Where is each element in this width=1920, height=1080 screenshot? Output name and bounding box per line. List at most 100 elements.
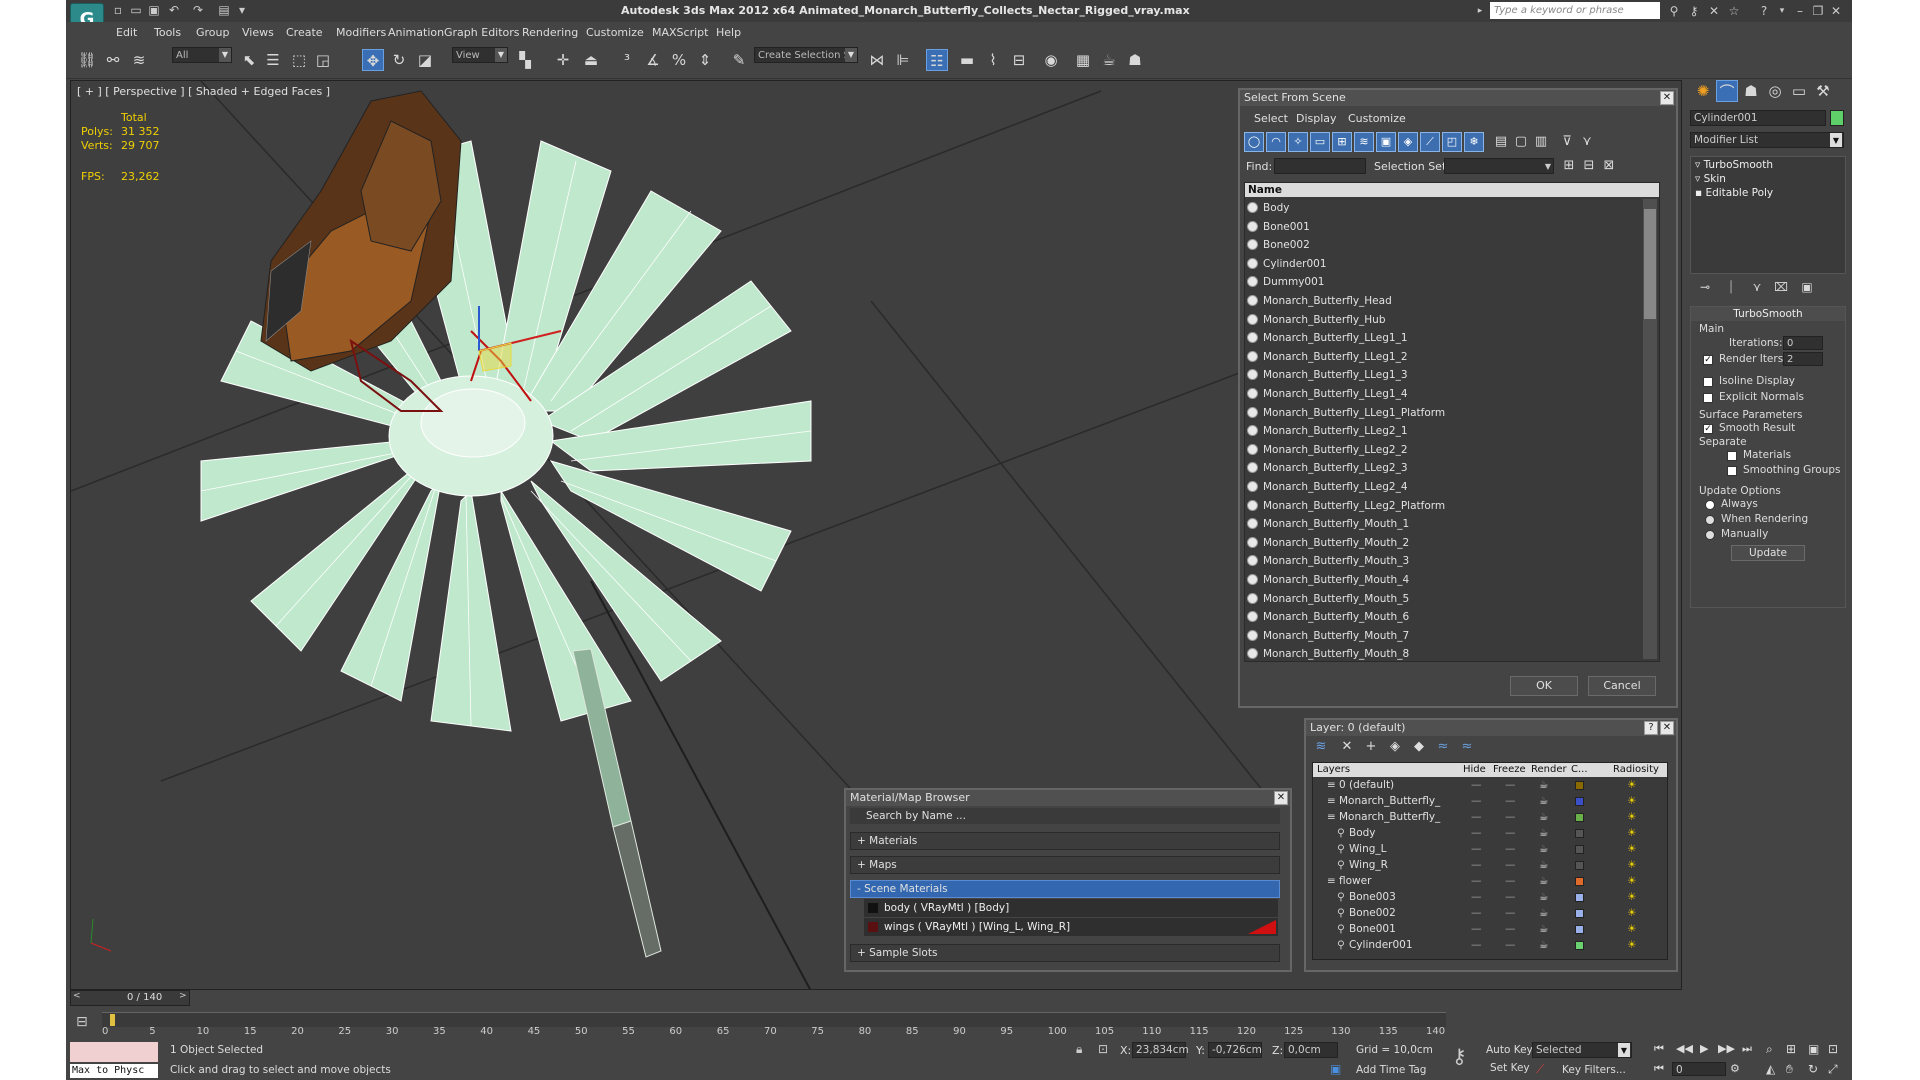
menu-tools[interactable]: Tools	[154, 26, 181, 39]
hide-toggle[interactable]: —	[1471, 825, 1482, 841]
schematic-view-icon[interactable]: ⊟	[1008, 49, 1030, 71]
material-item-wings[interactable]: wings ( VRayMtl ) [Wing_L, Wing_R]	[864, 918, 1278, 936]
render-teapot-icon[interactable]: ☕	[1539, 857, 1548, 873]
freeze-toggle[interactable]: —	[1505, 825, 1516, 841]
col-hide[interactable]: Hide	[1463, 763, 1486, 777]
layer-color-swatch[interactable]	[1575, 909, 1584, 918]
render-teapot-icon[interactable]: ☕	[1539, 793, 1548, 809]
hide-toggle[interactable]: —	[1471, 905, 1482, 921]
layer-row[interactable]: ⚲ Wing_L — — ☕ ☀	[1313, 841, 1659, 857]
auto-key-button[interactable]: Auto Key	[1486, 1044, 1533, 1056]
name-column-header[interactable]: Name	[1245, 183, 1659, 197]
graphite-ribbon-icon[interactable]: ▬	[956, 49, 978, 71]
menu-graph-editors[interactable]: Graph Editors	[444, 26, 520, 39]
hide-toggle[interactable]: —	[1471, 857, 1482, 873]
scene-object-row[interactable]: Monarch_Butterfly_LLeg2_2	[1245, 441, 1643, 459]
render-production-icon[interactable]: ☗	[1124, 49, 1146, 71]
explicit-normals-checkbox[interactable]	[1703, 393, 1713, 403]
menu-group[interactable]: Group	[196, 26, 230, 39]
scene-object-row[interactable]: Cylinder001	[1245, 255, 1643, 273]
section-sample-slots[interactable]: + Sample Slots	[850, 944, 1280, 962]
restore-icon[interactable]: ❐	[1810, 3, 1826, 19]
menu-customize[interactable]: Customize	[586, 26, 644, 39]
freeze-toggle[interactable]: —	[1505, 937, 1516, 953]
time-slider-next-icon[interactable]: >	[179, 991, 187, 1001]
rendered-frame-icon[interactable]: ☕	[1098, 49, 1120, 71]
track-bar[interactable]: 0 5 10 15 20 25 30 35 40 45 50 55 60 65 70 75 80 85 90 95 10…	[102, 1012, 1446, 1040]
hide-toggle[interactable]: —	[1471, 937, 1482, 953]
scene-object-row[interactable]: Bone002	[1245, 236, 1643, 254]
layer-color-swatch[interactable]	[1575, 781, 1584, 790]
layer-color-swatch[interactable]	[1575, 941, 1584, 950]
when-rendering-radio[interactable]	[1705, 515, 1715, 525]
named-selection-dropdown[interactable]: Create Selection Se ▼	[754, 47, 858, 63]
render-setup-icon[interactable]: ▦	[1072, 49, 1094, 71]
stack-item-skin[interactable]: ▿ Skin	[1695, 173, 1726, 185]
key-filter-icon[interactable]: ⟋	[1536, 1062, 1544, 1077]
select-all-icon[interactable]: ▤	[1492, 133, 1510, 151]
add-time-tag-button[interactable]: Add Time Tag	[1356, 1064, 1426, 1076]
time-cursor[interactable]	[110, 1014, 115, 1026]
z-coordinate-field[interactable]: 0,0cm	[1284, 1042, 1338, 1058]
tab-select[interactable]: Select	[1254, 112, 1288, 125]
spinner-snap-icon[interactable]: ⇕	[694, 49, 716, 71]
layer-color-swatch[interactable]	[1575, 877, 1584, 886]
col-freeze[interactable]: Freeze	[1493, 763, 1526, 777]
exchange-icon[interactable]: ✕	[1706, 3, 1722, 19]
add-to-layer-icon[interactable]: +	[1362, 738, 1380, 756]
binoculars-icon[interactable]: ⚲	[1666, 3, 1682, 19]
list-scrollbar[interactable]	[1643, 199, 1657, 659]
menu-help[interactable]: Help	[716, 26, 741, 39]
maxscript-listener-mini[interactable]	[70, 1042, 158, 1062]
scene-object-row[interactable]: Bone001	[1245, 218, 1643, 236]
keyword-search-input[interactable]: Type a keyword or phrase	[1490, 2, 1660, 19]
radiosity-icon[interactable]: ☀	[1627, 937, 1636, 953]
radiosity-icon[interactable]: ☀	[1627, 809, 1636, 825]
render-teapot-icon[interactable]: ☕	[1539, 905, 1548, 921]
utilities-tab-icon[interactable]: ⚒	[1812, 80, 1834, 102]
layer-color-swatch[interactable]	[1575, 845, 1584, 854]
create-tab-icon[interactable]: ✺	[1692, 80, 1714, 102]
freeze-toggle[interactable]: —	[1505, 921, 1516, 937]
menu-create[interactable]: Create	[286, 26, 323, 39]
freeze-toggle[interactable]: —	[1505, 889, 1516, 905]
layer-color-swatch[interactable]	[1575, 829, 1584, 838]
scene-object-row[interactable]: Monarch_Butterfly_LLeg1_1	[1245, 329, 1643, 347]
scene-object-row[interactable]: Dummy001	[1245, 273, 1643, 291]
keyboard-shortcut-icon[interactable]: ⏏	[580, 49, 602, 71]
hide-toggle[interactable]: —	[1471, 777, 1482, 793]
radiosity-icon[interactable]: ☀	[1627, 793, 1636, 809]
hide-all-layers-icon[interactable]: ≈	[1434, 738, 1452, 756]
set-key-button[interactable]: Set Key	[1490, 1062, 1530, 1074]
scene-object-row[interactable]: Monarch_Butterfly_LLeg2_1	[1245, 422, 1643, 440]
select-and-scale-icon[interactable]: ◪	[414, 49, 436, 71]
scrollbar-thumb[interactable]	[1644, 209, 1656, 319]
menu-modifiers[interactable]: Modifiers	[336, 26, 386, 39]
section-scene-materials[interactable]: - Scene Materials	[850, 880, 1280, 898]
go-to-end-icon[interactable]: ⏭	[1742, 1042, 1752, 1056]
remove-modifier-icon[interactable]: ⌧	[1770, 276, 1792, 298]
isoline-display-checkbox[interactable]	[1703, 377, 1713, 387]
layer-row[interactable]: ⚲ Body — — ☕ ☀	[1313, 825, 1659, 841]
rollout-title[interactable]: TurboSmooth	[1691, 307, 1845, 321]
radiosity-icon[interactable]: ☀	[1627, 921, 1636, 937]
cancel-button[interactable]: Cancel	[1588, 676, 1656, 696]
manually-radio[interactable]	[1705, 530, 1715, 540]
zoom-extents-icon[interactable]: ▣	[1808, 1042, 1819, 1056]
render-teapot-icon[interactable]: ☕	[1539, 921, 1548, 937]
hide-toggle[interactable]: —	[1471, 793, 1482, 809]
filter-icon[interactable]: ⊽	[1558, 133, 1576, 151]
close-icon[interactable]: ✕	[1660, 721, 1674, 735]
favorites-star-icon[interactable]: ☆	[1726, 3, 1742, 19]
motion-tab-icon[interactable]: ◎	[1764, 80, 1786, 102]
modify-tab-icon[interactable]: ⌒	[1716, 80, 1738, 102]
scene-object-row[interactable]: Monarch_Butterfly_LLeg1_4	[1245, 385, 1643, 403]
scene-object-row[interactable]: Monarch_Butterfly_Mouth_8	[1245, 645, 1643, 661]
go-to-start-icon[interactable]: ⏮	[1654, 1042, 1664, 1056]
key-set-dropdown[interactable]: Selected ▼	[1532, 1042, 1632, 1058]
open-file-icon[interactable]: ▭	[128, 3, 144, 17]
display-shapes-icon[interactable]: ◠	[1266, 132, 1286, 152]
object-name-field[interactable]: Cylinder001	[1690, 110, 1826, 126]
scene-object-row[interactable]: Monarch_Butterfly_Mouth_6	[1245, 608, 1643, 626]
freeze-toggle[interactable]: —	[1505, 777, 1516, 793]
